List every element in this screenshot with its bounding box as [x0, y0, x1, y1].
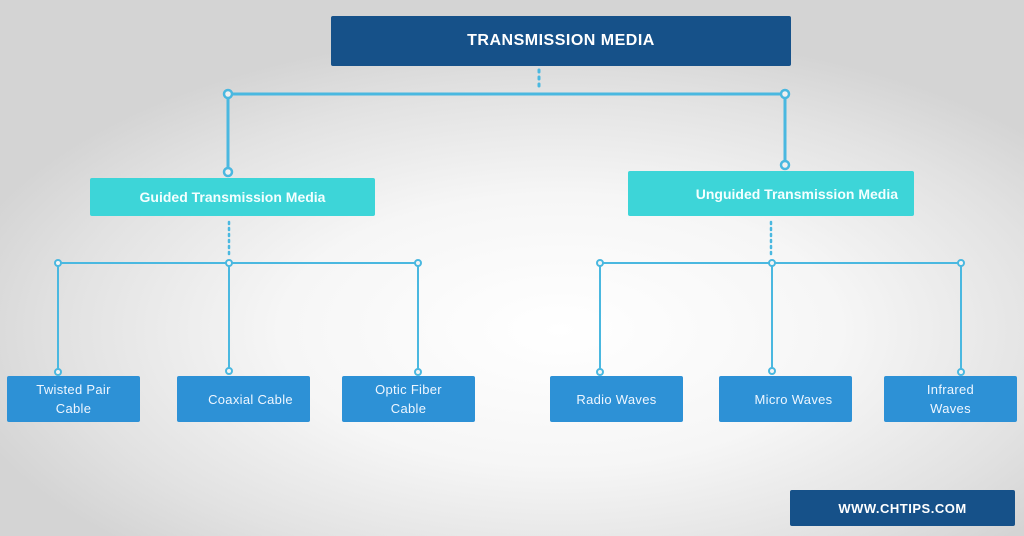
connector-node	[414, 259, 422, 267]
leaf-node-optic-fiber-cable: Optic Fiber Cable	[342, 376, 475, 422]
connector-node	[54, 368, 62, 376]
root-node-label: TRANSMISSION MEDIA	[467, 32, 655, 49]
category-node-label: Guided Transmission Media	[139, 189, 326, 205]
connector-node	[957, 368, 965, 376]
website-badge: WWW.CHTIPS.COM	[790, 490, 1015, 526]
leaf-node-infrared-waves: Infrared Waves	[884, 376, 1017, 422]
connector-node	[225, 367, 233, 375]
connector-node	[222, 88, 234, 100]
leaf-node-micro-waves: Micro Waves	[719, 376, 852, 422]
connector-node	[779, 88, 791, 100]
connector-node	[957, 259, 965, 267]
leaf-node-radio-waves: Radio Waves	[550, 376, 683, 422]
connector-lines	[54, 68, 965, 376]
connector-node	[596, 368, 604, 376]
website-label: WWW.CHTIPS.COM	[838, 500, 967, 516]
category-node-guided: Guided Transmission Media	[90, 178, 375, 216]
leaf-node-twisted-pair-cable: Twisted Pair Cable	[7, 376, 140, 422]
connector-node	[596, 259, 604, 267]
root-node-transmission-media: TRANSMISSION MEDIA	[331, 16, 791, 66]
leaf-node-label: Optic Fiber Cable	[375, 382, 442, 416]
leaf-node-label: Infrared Waves	[926, 382, 975, 416]
connector-node	[414, 368, 422, 376]
leaf-node-label: Coaxial Cable	[208, 391, 293, 407]
connector-node	[54, 259, 62, 267]
leaf-node-label: Radio Waves	[576, 391, 657, 407]
leaf-node-label: Twisted Pair Cable	[36, 382, 111, 416]
leaf-node-coaxial-cable: Coaxial Cable	[177, 376, 310, 422]
connector-node	[222, 166, 234, 178]
category-node-unguided: Unguided Transmission Media	[628, 171, 914, 216]
connector-node	[768, 367, 776, 375]
connector-node	[768, 259, 776, 267]
category-node-label: Unguided Transmission Media	[695, 185, 898, 202]
connector-node	[779, 159, 791, 171]
leaf-node-label: Micro Waves	[754, 391, 833, 407]
connector-node	[225, 259, 233, 267]
